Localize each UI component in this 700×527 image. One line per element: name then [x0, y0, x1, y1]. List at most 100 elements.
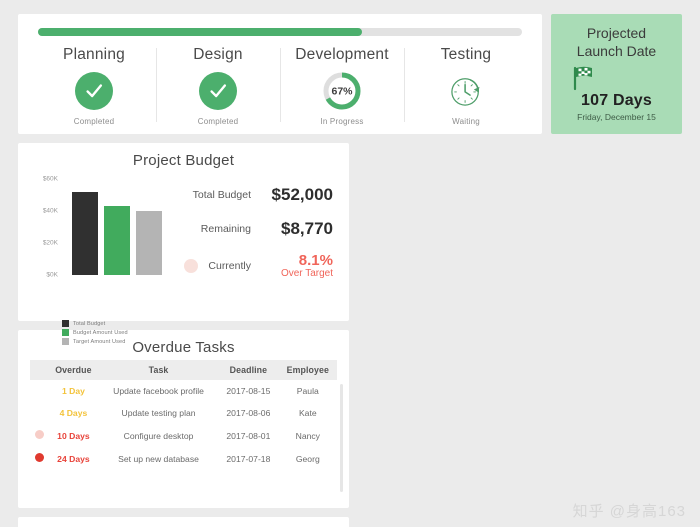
header-band: Planning Completed Design [18, 14, 682, 134]
table-header-deadline[interactable]: Deadline [218, 360, 278, 380]
check-circle-icon [75, 70, 113, 112]
overdue-tasks-body: 1 DayUpdate facebook profile2017-08-15Pa… [30, 380, 337, 470]
employee-name: Kate [279, 402, 337, 424]
phase-status: In Progress [320, 117, 363, 126]
overall-progress-fill [38, 28, 362, 36]
legend-swatch [62, 320, 69, 327]
severity-dot-cell [30, 380, 48, 402]
budget-legend: Total Budget Budget Amount Used Target Amo… [62, 320, 128, 347]
deadline-date: 2017-08-15 [218, 380, 278, 402]
severity-dot-cell [30, 447, 48, 470]
overdue-days: 4 Days [48, 402, 99, 424]
launch-days: 107 Days [581, 92, 652, 110]
budget-summary: Total Budget $52,000 Remaining $8,770 Cu… [180, 173, 337, 313]
dashboard-page: Planning Completed Design [0, 0, 700, 527]
task-name: Configure desktop [99, 424, 218, 447]
overall-progress-bar [38, 28, 522, 36]
severity-dot-cell [30, 402, 48, 424]
budget-row-value: 8.1% Over Target [261, 253, 333, 279]
task-name: Set up new database [99, 447, 218, 470]
overdue-days: 24 Days [48, 447, 99, 470]
overdue-tasks-table: Overdue Task Deadline Employee 1 DayUpda… [30, 360, 337, 470]
overdue-tasks-card: Overdue Tasks Overdue Task Deadline Empl… [18, 330, 349, 508]
budget-bar [136, 211, 162, 275]
over-target-sub: Over Target [261, 269, 333, 280]
phase-status: Waiting [452, 117, 480, 126]
budget-y-tick: $0K [46, 272, 58, 279]
budget-body: $60K$40K$20K$0K Total BudgetBudget Amoun… [30, 173, 337, 313]
severity-dot-cell [30, 424, 48, 447]
table-header-row: Overdue Task Deadline Employee [30, 360, 337, 380]
deadline-date: 2017-08-06 [218, 402, 278, 424]
budget-row-label: Remaining [201, 223, 251, 235]
budget-bar [72, 192, 98, 275]
phases-row: Planning Completed Design [32, 42, 528, 126]
table-row[interactable]: 10 DaysConfigure desktop2017-08-01Nancy [30, 424, 337, 447]
budget-row-label: Total Budget [193, 189, 251, 201]
budget-y-tick: $40K [43, 208, 58, 215]
cards-grid: Project Budget $60K $40K $20K $0K Total Bud… [18, 143, 682, 527]
project-phases-card: Planning Completed Design [18, 14, 542, 134]
status-dot-icon [184, 259, 198, 273]
budget-chart: $60K$40K$20K$0K Total BudgetBudget Amoun… [30, 173, 180, 313]
check-circle-icon [199, 70, 237, 112]
severity-dot-icon [35, 430, 44, 439]
workload-card: Workload 67 %55 %48 %45 %30 % GeorgNancy… [18, 517, 349, 527]
deadline-date: 2017-07-18 [218, 447, 278, 470]
budget-legend-item: Target Amount Used [62, 338, 128, 345]
table-row[interactable]: 4 DaysUpdate testing plan2017-08-06Kate [30, 402, 337, 424]
legend-swatch [62, 329, 69, 336]
phase-status: Completed [198, 117, 239, 126]
budget-legend-item: Total Budget [62, 320, 128, 327]
table-header-task[interactable]: Task [99, 360, 218, 380]
projected-launch-date-card: Projected Launch Date 107 Days [551, 14, 682, 134]
table-header-overdue[interactable]: Overdue [48, 360, 99, 380]
phase-name: Development [295, 46, 389, 64]
phase-name: Design [193, 46, 242, 64]
phase-planning[interactable]: Planning Completed [32, 42, 156, 126]
launch-date: Friday, December 15 [577, 112, 656, 122]
donut-progress-icon: 67% [321, 70, 363, 112]
clock-waiting-icon [446, 70, 486, 112]
project-budget-card: Project Budget $60K $40K $20K $0K Total Bud… [18, 143, 349, 321]
watermark: 知乎 @身高163 [573, 500, 686, 521]
budget-row-remaining: Remaining $8,770 [184, 219, 333, 239]
employee-name: Georg [279, 447, 337, 470]
severity-dot-icon [35, 453, 44, 462]
over-target-percent: 8.1% [299, 252, 333, 269]
legend-swatch [62, 338, 69, 345]
phase-name: Testing [441, 46, 492, 64]
launch-title-line2: Launch Date [577, 43, 656, 61]
deadline-date: 2017-08-01 [218, 424, 278, 447]
budget-y-tick: $60K [43, 176, 58, 183]
overdue-days: 1 Day [48, 380, 99, 402]
budget-bar [104, 206, 130, 275]
phase-development[interactable]: Development 67% In Progress [280, 42, 404, 126]
task-name: Update testing plan [99, 402, 218, 424]
budget-row-currently: Currently 8.1% Over Target [184, 253, 333, 279]
phase-testing[interactable]: Testing [404, 42, 528, 126]
budget-y-axis: $60K$40K$20K$0K [30, 179, 60, 275]
budget-row-value: $8,770 [261, 219, 333, 239]
phase-status: Completed [74, 117, 115, 126]
budget-bars [60, 179, 174, 275]
budget-bars-area [60, 179, 174, 275]
overdue-days: 10 Days [48, 424, 99, 447]
table-row[interactable]: 24 DaysSet up new database2017-07-18Geor… [30, 447, 337, 470]
employee-name: Nancy [279, 424, 337, 447]
table-row[interactable]: 1 DayUpdate facebook profile2017-08-15Pa… [30, 380, 337, 402]
legend-label: Target Amount Used [73, 339, 125, 345]
table-header-employee[interactable]: Employee [279, 360, 337, 380]
budget-legend-item: Budget Amount Used [62, 329, 128, 336]
phase-design[interactable]: Design Completed [156, 42, 280, 126]
launch-title-line1: Projected [587, 25, 646, 43]
donut-percent-label: 67% [331, 86, 353, 98]
task-name: Update facebook profile [99, 380, 218, 402]
employee-name: Paula [279, 380, 337, 402]
legend-label: Budget Amount Used [73, 330, 128, 336]
budget-row-value: $52,000 [261, 185, 333, 205]
card-title: Project Budget [30, 152, 337, 169]
table-header-spacer [30, 360, 48, 380]
scrollbar-thumb[interactable] [340, 384, 343, 492]
budget-y-tick: $20K [43, 240, 58, 247]
